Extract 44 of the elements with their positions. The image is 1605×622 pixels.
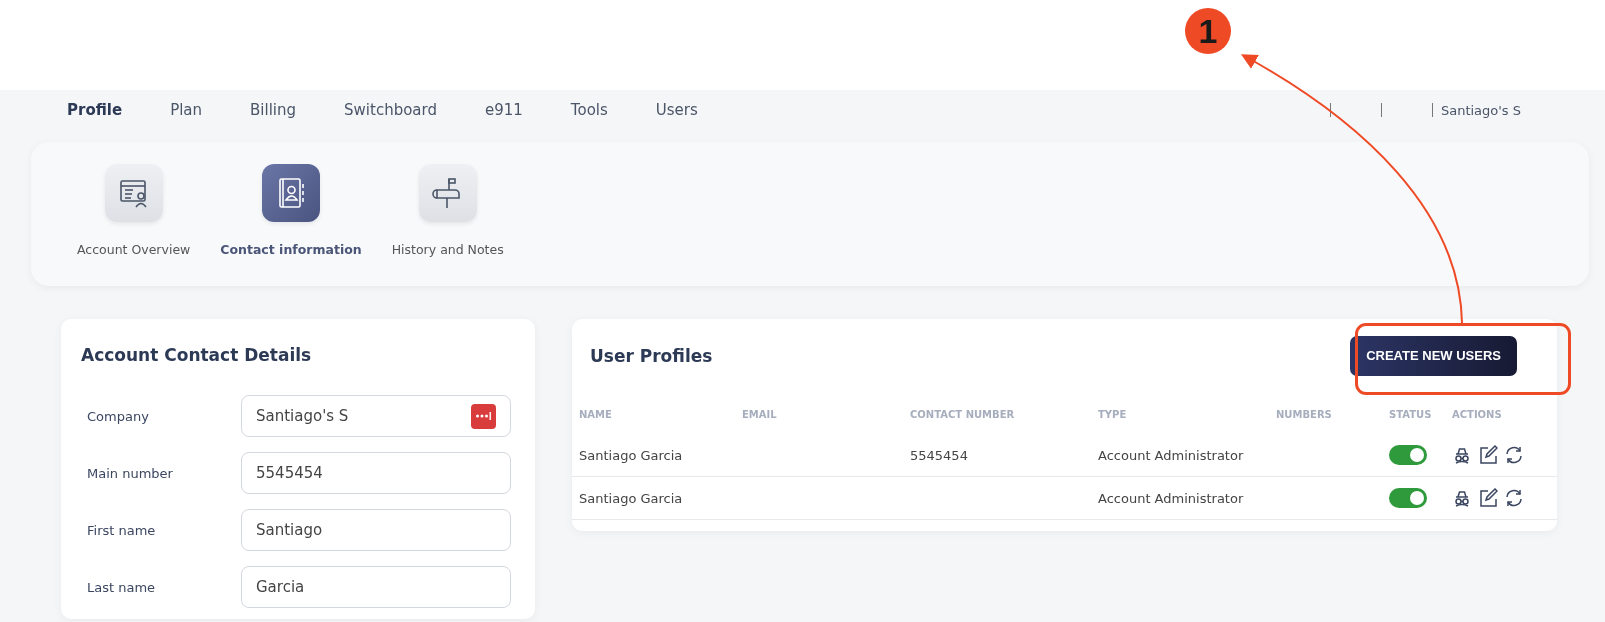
column-header: TYPE — [1097, 409, 1128, 422]
subnav-item[interactable]: Contact information — [220, 164, 362, 286]
field-label: Last name — [86, 579, 157, 595]
column-header: CONTACT NUMBER — [909, 409, 1016, 422]
nav-tab[interactable]: Billing — [250, 101, 297, 119]
password-manager-icon[interactable] — [471, 403, 496, 429]
table-cell: Account Administrator — [1098, 447, 1244, 463]
table-cell: Santiago Garcia — [579, 447, 683, 463]
nav-tab[interactable]: Switchboard — [344, 101, 437, 119]
table-cell: 5545454 — [910, 447, 968, 463]
refresh-icon[interactable] — [1504, 488, 1524, 508]
edit-icon[interactable] — [1478, 445, 1498, 465]
field-label: First name — [86, 522, 157, 538]
refresh-icon[interactable] — [1504, 445, 1524, 465]
card-title: User Profiles — [590, 345, 713, 366]
input-field[interactable]: Santiago — [241, 509, 511, 551]
step-badge: 1 — [1185, 8, 1231, 54]
field-label: Main number — [86, 465, 174, 481]
card-title: Account Contact Details — [81, 345, 313, 365]
nav-tab[interactable]: e911 — [485, 101, 523, 119]
edit-icon[interactable] — [1478, 488, 1498, 508]
column-header: NUMBERS — [1275, 409, 1333, 422]
status-toggle[interactable] — [1389, 445, 1427, 465]
nav-tab[interactable]: Profile — [67, 101, 123, 119]
column-header: EMAIL — [741, 409, 778, 422]
spy-icon[interactable] — [1452, 445, 1472, 465]
nav-tab[interactable]: Plan — [170, 101, 203, 119]
input-field[interactable]: 5545454 — [241, 452, 511, 494]
nav-tab[interactable]: Tools — [570, 101, 608, 119]
nav-tab[interactable]: Users — [655, 101, 698, 119]
input-field[interactable]: Garcia — [241, 566, 511, 608]
table-cell: Account Administrator — [1098, 490, 1244, 506]
spy-icon[interactable] — [1452, 488, 1472, 508]
status-toggle[interactable] — [1389, 488, 1427, 508]
create-users-button[interactable]: CREATE NEW USERS — [1350, 335, 1517, 376]
account-name: Santiago's S — [1440, 102, 1521, 118]
column-header: ACTIONS — [1451, 409, 1503, 422]
table-cell: Santiago Garcia — [579, 490, 683, 506]
subnav-item[interactable]: History and Notes — [391, 164, 504, 286]
column-header: STATUS — [1388, 409, 1433, 422]
field-label: Company — [86, 408, 150, 424]
subnav-item[interactable]: Account Overview — [77, 164, 191, 286]
column-header: NAME — [578, 409, 613, 422]
input-field[interactable]: Santiago's S — [241, 395, 511, 437]
